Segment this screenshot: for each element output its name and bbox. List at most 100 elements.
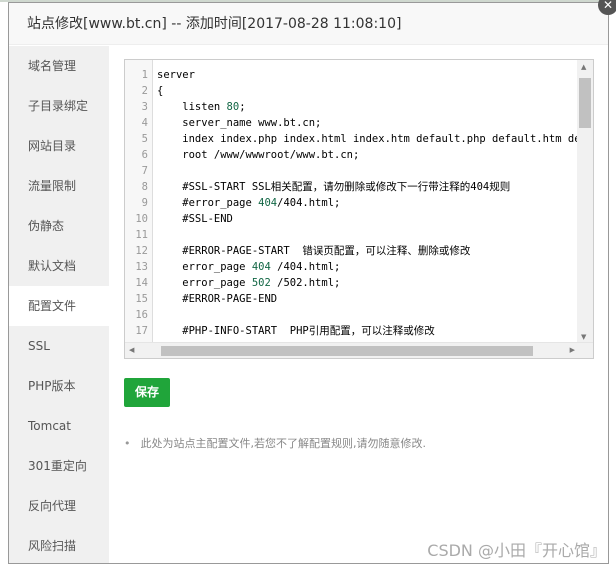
code-line[interactable]: 7	[125, 163, 581, 179]
code-line[interactable]: 17 #PHP-INFO-START PHP引用配置，可以注释或修改	[125, 323, 581, 339]
code-line[interactable]: 3 listen 80;	[125, 99, 581, 115]
code-number: 404	[251, 261, 271, 273]
code-number: 80	[226, 101, 240, 113]
config-tip: 此处为站点主配置文件,若您不了解配置规则,请勿随意修改.	[124, 435, 427, 451]
code-line[interactable]: 4 server_name www.bt.cn;	[125, 115, 581, 131]
code-text: error_page 502 /502.html;	[151, 275, 340, 291]
code-text: {	[151, 83, 163, 99]
line-number: 8	[141, 181, 148, 193]
code-line[interactable]: 13 error_page 404 /404.html;	[125, 259, 581, 275]
line-number: 5	[141, 133, 148, 145]
line-number: 6	[141, 149, 148, 161]
code-pre: #SSL-START SSL相关配置，请勿删除或修改下一行带注释的404规则	[157, 181, 511, 193]
code-line[interactable]: 15 #ERROR-PAGE-END	[125, 291, 581, 307]
sidebar-item[interactable]: 伪静态	[9, 206, 109, 246]
line-number: 14	[135, 277, 148, 289]
sidebar-item[interactable]: 域名管理	[9, 46, 109, 86]
line-number: 11	[135, 229, 148, 241]
sidebar-item[interactable]: 反向代理	[9, 486, 109, 526]
line-number: 1	[141, 69, 148, 81]
code-text: #SSL-END	[151, 211, 233, 227]
scroll-up-icon[interactable]: ▲	[581, 63, 586, 71]
line-number: 2	[141, 85, 148, 97]
code-pre: #ERROR-PAGE-END	[157, 293, 278, 305]
sidebar-item[interactable]: PHP版本	[9, 366, 109, 406]
line-number: 3	[141, 101, 148, 113]
site-edit-dialog: 站点修改[www.bt.cn] -- 添加时间[2017-08-28 11:08…	[8, 0, 616, 564]
horizontal-scrollbar[interactable]: ◀ ▶	[125, 342, 593, 358]
code-text: server_name www.bt.cn;	[151, 115, 321, 131]
code-line[interactable]: 6 root /www/wwwroot/www.bt.cn;	[125, 147, 581, 163]
code-text: root /www/wwwroot/www.bt.cn;	[151, 147, 359, 163]
code-line[interactable]: 8 #SSL-START SSL相关配置，请勿删除或修改下一行带注释的404规则	[125, 179, 581, 195]
code-text: server	[151, 67, 195, 83]
code-text: #ERROR-PAGE-START 错误页配置，可以注释、删除或修改	[151, 243, 470, 259]
scroll-down-icon[interactable]: ▼	[581, 333, 586, 341]
code-text: #ERROR-PAGE-END	[151, 291, 277, 307]
code-text: index index.php index.html index.htm def…	[151, 131, 581, 147]
scroll-left-icon[interactable]: ◀	[129, 346, 134, 354]
sidebar-item[interactable]: 子目录绑定	[9, 86, 109, 126]
sidebar-item[interactable]: 配置文件	[9, 286, 109, 326]
code-text: listen 80;	[151, 99, 246, 115]
code-lines[interactable]: 1 server 2{3 listen 80; 4 server_name www.b…	[125, 67, 581, 344]
save-button[interactable]: 保存	[124, 378, 170, 407]
code-line[interactable]: 5 index index.php index.html index.htm d…	[125, 131, 581, 147]
code-text: #error_page 404/404.html;	[151, 195, 340, 211]
line-number: 15	[135, 293, 148, 305]
sidebar: 域名管理 子目录绑定 网站目录 流量限制 伪静态 默认文档 配置文件 SSL PHP版本 Tomc…	[9, 46, 109, 563]
code-pre: #PHP-INFO-START PHP引用配置，可以注释或修改	[157, 325, 435, 337]
code-post: ;	[239, 101, 246, 113]
code-pre: root /www/wwwroot/www.bt.cn;	[157, 149, 360, 161]
sidebar-item[interactable]: 流量限制	[9, 166, 109, 206]
code-text: error_page 404 /404.html;	[151, 259, 340, 275]
code-text: #PHP-INFO-START PHP引用配置，可以注释或修改	[151, 323, 435, 339]
code-pre: index index.php index.html index.htm def…	[182, 133, 581, 145]
code-pre: #ERROR-PAGE-START 错误页配置，可以注释、删除或修改	[157, 245, 471, 257]
sidebar-item[interactable]: 风险扫描	[9, 526, 109, 566]
vertical-scrollbar[interactable]: ▲ ▼	[577, 60, 593, 344]
line-number: 12	[135, 245, 148, 257]
vertical-scroll-thumb[interactable]	[579, 78, 591, 128]
code-post: /404.html;	[277, 197, 341, 209]
close-icon[interactable]: ✕	[598, 0, 616, 15]
sidebar-item[interactable]: 网站目录	[9, 126, 109, 166]
code-line[interactable]: 12 #ERROR-PAGE-START 错误页配置，可以注释、删除或修改	[125, 243, 581, 259]
line-number: 10	[135, 213, 148, 225]
line-number: 17	[135, 325, 148, 337]
line-number: 9	[141, 197, 148, 209]
scroll-right-icon[interactable]: ▶	[570, 346, 575, 354]
line-number: 13	[135, 261, 148, 273]
code-line[interactable]: 11	[125, 227, 581, 243]
horizontal-scroll-thumb[interactable]	[161, 346, 533, 356]
code-post: /502.html;	[270, 277, 341, 289]
code-line[interactable]: 10 #SSL-END	[125, 211, 581, 227]
code-line[interactable]: 9 #error_page 404/404.html;	[125, 195, 581, 211]
code-text: #SSL-START SSL相关配置，请勿删除或修改下一行带注释的404规则	[151, 179, 510, 195]
line-number: 16	[135, 309, 148, 321]
dialog-title: 站点修改[www.bt.cn] -- 添加时间[2017-08-28 11:08…	[9, 3, 608, 45]
config-editor[interactable]: 1 server 2{3 listen 80; 4 server_name www.b…	[124, 59, 594, 359]
line-number: 4	[141, 117, 148, 129]
code-pre: error_page	[157, 277, 252, 289]
code-pre: #SSL-END	[157, 213, 233, 225]
code-pre: {	[157, 85, 164, 97]
code-post: /404.html;	[270, 261, 341, 273]
code-line[interactable]: 16	[125, 307, 581, 323]
code-line[interactable]: 14 error_page 502 /502.html;	[125, 275, 581, 291]
code-number: 404	[258, 197, 278, 209]
watermark: CSDN @小田『开心馆』	[427, 541, 606, 560]
sidebar-item[interactable]: SSL	[9, 326, 109, 366]
sidebar-item[interactable]: 301重定向	[9, 446, 109, 486]
sidebar-item[interactable]: Tomcat	[9, 406, 109, 446]
code-line[interactable]: 2{	[125, 83, 581, 99]
sidebar-item[interactable]: 默认文档	[9, 246, 109, 286]
code-line[interactable]: 1 server	[125, 67, 581, 83]
code-number: 502	[251, 277, 271, 289]
line-number: 7	[141, 165, 148, 177]
code-pre: listen	[157, 101, 227, 113]
code-pre: server	[157, 69, 195, 81]
